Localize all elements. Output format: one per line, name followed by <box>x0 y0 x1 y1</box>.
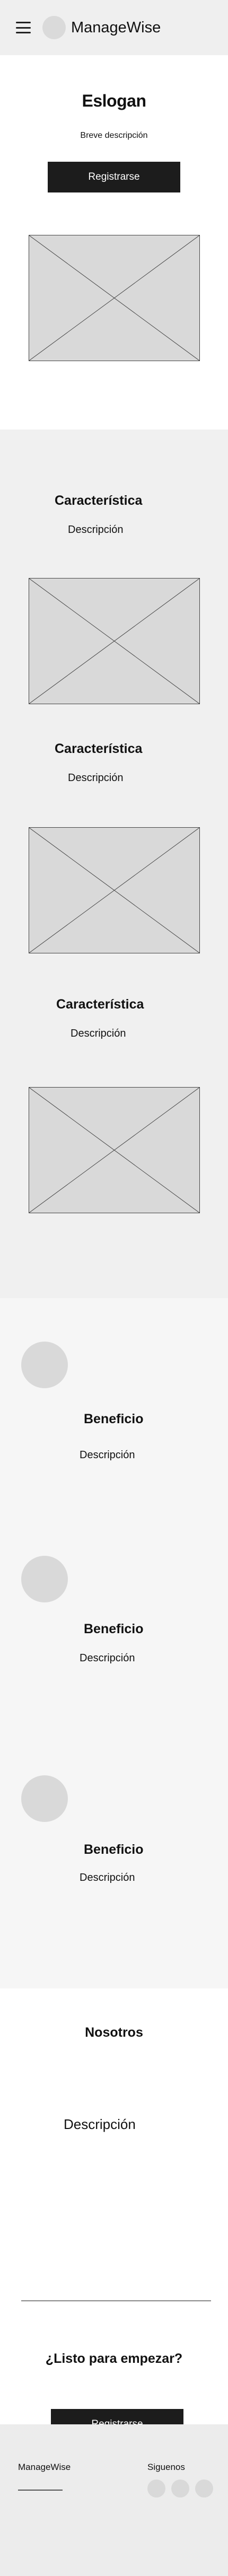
hero-short-description: Breve descripción <box>80 131 148 140</box>
social-icon[interactable] <box>195 2479 213 2498</box>
hamburger-menu-icon[interactable] <box>16 22 31 33</box>
about-section: Nosotros Descripción ¿Listo para empezar… <box>0 1988 228 2440</box>
benefit-circle-icon <box>21 1556 68 1602</box>
about-description: Descripción <box>64 2116 136 2132</box>
benefit-title: Beneficio <box>84 1412 144 1426</box>
benefit-description: Descripción <box>80 1872 135 1883</box>
feature-title: Característica <box>55 493 143 508</box>
feature-description: Descripción <box>71 1028 126 1039</box>
cta-title: ¿Listo para empezar? <box>45 2351 183 2366</box>
footer: ManageWise Siguenos <box>0 2424 228 2576</box>
footer-brand[interactable]: ManageWise <box>18 2462 71 2473</box>
follow-us-label: Siguenos <box>147 2462 185 2472</box>
benefit-title: Beneficio <box>84 1842 144 1857</box>
feature-image-placeholder-icon <box>29 578 200 704</box>
feature-description: Descripción <box>68 524 124 536</box>
section-divider <box>21 2300 211 2301</box>
feature-description: Descripción <box>68 772 124 784</box>
benefit-circle-icon <box>21 1775 68 1822</box>
feature-title: Característica <box>56 997 144 1012</box>
hero-register-button[interactable]: Registrarse <box>48 162 180 192</box>
benefit-circle-icon <box>21 1342 68 1388</box>
hero-slogan: Eslogan <box>82 91 146 110</box>
benefit-description: Descripción <box>80 1652 135 1664</box>
benefits-section: Beneficio Descripción Beneficio Descripc… <box>0 1298 228 1988</box>
social-icon[interactable] <box>171 2479 189 2498</box>
footer-brand-underline <box>18 2490 63 2491</box>
benefit-description: Descripción <box>80 1449 135 1461</box>
benefit-title: Beneficio <box>84 1622 144 1636</box>
feature-title: Característica <box>55 741 143 756</box>
top-header: ManageWise <box>0 0 228 55</box>
about-title: Nosotros <box>85 2025 143 2040</box>
social-icon[interactable] <box>147 2479 165 2498</box>
feature-image-placeholder-icon <box>29 827 200 953</box>
logo-icon[interactable] <box>42 16 66 39</box>
brand-name[interactable]: ManageWise <box>71 19 161 37</box>
feature-image-placeholder-icon <box>29 1087 200 1213</box>
hero-section: Eslogan Breve descripción Registrarse <box>0 55 228 430</box>
features-section: Característica Descripción Característic… <box>0 430 228 1298</box>
hero-image-placeholder-icon <box>29 235 200 361</box>
